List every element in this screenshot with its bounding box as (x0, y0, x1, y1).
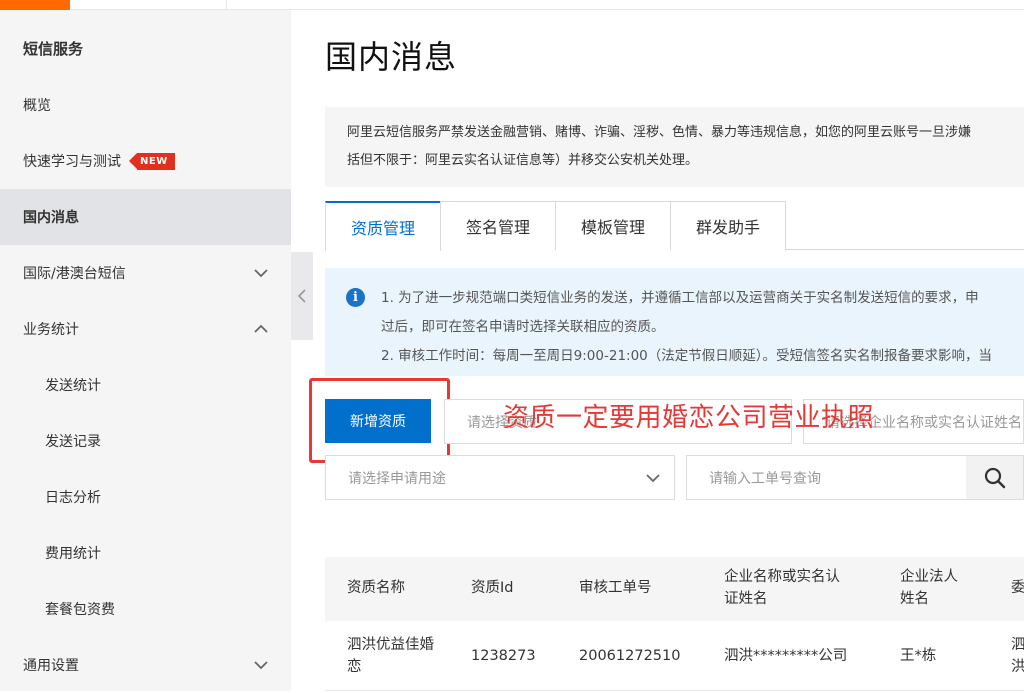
search-icon (984, 467, 1005, 488)
sidebar-item-label: 发送统计 (45, 378, 101, 394)
chevron-down-icon (646, 474, 660, 483)
console-logo-strip[interactable] (0, 0, 70, 10)
new-badge: NEW (129, 152, 175, 170)
search-button[interactable] (966, 455, 1024, 500)
page-title: 国内消息 (325, 38, 458, 76)
purpose-select[interactable]: 请选择申请用途 (325, 455, 675, 500)
info-box: i 1. 为了进一步规范端口类短信业务的发送，并遵循工信部以及运营商关于实名制发… (325, 268, 1024, 376)
tab-bar: 资质管理 签名管理 模板管理 群发助手 (325, 201, 1024, 251)
sidebar-item-send-records[interactable]: 发送记录 (0, 413, 291, 469)
sidebar-item-label: 业务统计 (23, 322, 79, 338)
chevron-down-icon[interactable] (253, 657, 269, 673)
sidebar-item-domestic[interactable]: 国内消息 (0, 189, 291, 245)
tab-signature[interactable]: 签名管理 (440, 201, 556, 250)
info-line: 2. 审核工作时间：每周一至周日9:00-21:00（法定节假日顺延）。受短信签… (381, 348, 993, 364)
notice-line: 阿里云短信服务严禁发送金融营销、赌博、诈骗、淫秽、色情、暴力等违规信息，如您的阿… (347, 125, 972, 140)
compliance-notice: 阿里云短信服务严禁发送金融营销、赌博、诈骗、淫秽、色情、暴力等违规信息，如您的阿… (325, 107, 1024, 187)
sidebar-item-label: 国际/港澳台短信 (23, 266, 126, 282)
sidebar-item-overview[interactable]: 概览 (0, 77, 291, 133)
order-number-cell: 20061272510 (579, 648, 681, 664)
chevron-up-icon[interactable] (253, 321, 269, 337)
qualification-name-cell: 泗洪优益佳婚恋 (347, 637, 434, 675)
tab-template[interactable]: 模板管理 (555, 201, 671, 250)
legal-person-cell: 王*栋 (900, 648, 937, 664)
table-row[interactable]: 泗洪优益佳婚恋 1238273 20061272510 泗洪*********公… (325, 621, 1024, 691)
column-header: 审核工单号 (579, 580, 652, 596)
sidebar-item-label: 日志分析 (45, 490, 101, 506)
sidebar-item-package-fees[interactable]: 套餐包资费 (0, 581, 291, 637)
sidebar-item-label: 快速学习与测试 (23, 154, 121, 170)
info-line: 过后，即可在签名申请时选择关联相应的资质。 (381, 319, 665, 335)
order-number-input[interactable]: 请输入工单号查询 (686, 455, 967, 500)
column-header: 资质名称 (347, 580, 405, 596)
sidebar: 短信服务 概览 快速学习与测试 NEW 国内消息 国际/港澳台短信 业务统计 发… (0, 10, 291, 691)
sidebar-item-label: 国内消息 (23, 210, 79, 226)
sidebar-item-label: 发送记录 (45, 434, 101, 450)
company-name-cell: 泗洪*********公司 (724, 648, 848, 664)
sidebar-item-quick-learn[interactable]: 快速学习与测试 NEW (0, 133, 291, 189)
order-number-placeholder: 请输入工单号查询 (709, 470, 821, 487)
sidebar-item-log-analysis[interactable]: 日志分析 (0, 469, 291, 525)
column-header: 企业法人姓名 (900, 569, 958, 607)
purpose-select-placeholder: 请选择申请用途 (348, 470, 446, 487)
info-line: 1. 为了进一步规范端口类短信业务的发送，并遵循工信部以及运营商关于实名制发送短… (381, 290, 979, 306)
annotation-text: 资质一定要用婚恋公司营业执照 (503, 403, 875, 433)
sidebar-item-label: 费用统计 (45, 546, 101, 562)
sidebar-item-send-stats[interactable]: 发送统计 (0, 357, 291, 413)
sidebar-item-label: 概览 (23, 98, 51, 114)
chevron-down-icon[interactable] (253, 265, 269, 281)
qualification-id-cell: 1238273 (471, 648, 536, 664)
info-icon: i (346, 288, 365, 307)
tab-bulk-send[interactable]: 群发助手 (670, 201, 786, 250)
sidebar-item-cost-stats[interactable]: 费用统计 (0, 525, 291, 581)
top-bar-divider (226, 0, 227, 10)
sidebar-item-general-settings[interactable]: 通用设置 (0, 637, 291, 693)
table-header: 资质名称 资质Id 审核工单号 企业名称或实名认证姓名 企业法人姓名 委 (325, 557, 1024, 621)
notice-line: 括但不限于：阿里云实名认证信息等）并移交公安机关处理。 (347, 153, 699, 168)
sidebar-title: 短信服务 (23, 40, 84, 58)
main-content: 国内消息 阿里云短信服务严禁发送金融营销、赌博、诈骗、淫秽、色情、暴力等违规信息… (291, 10, 1024, 691)
highlight-annotation-box (309, 378, 450, 463)
column-header: 企业名称或实名认证姓名 (724, 569, 840, 607)
column-header: 资质Id (471, 580, 514, 596)
sidebar-item-label: 套餐包资费 (45, 602, 115, 618)
tab-qualification[interactable]: 资质管理 (325, 201, 441, 251)
sidebar-item-statistics[interactable]: 业务统计 (0, 301, 291, 357)
extra-cell: 泗洪 (1011, 637, 1024, 675)
top-bar (0, 0, 1024, 10)
column-header: 委 (1011, 580, 1024, 596)
sidebar-item-label: 通用设置 (23, 658, 79, 674)
sidebar-item-international[interactable]: 国际/港澳台短信 (0, 245, 291, 301)
